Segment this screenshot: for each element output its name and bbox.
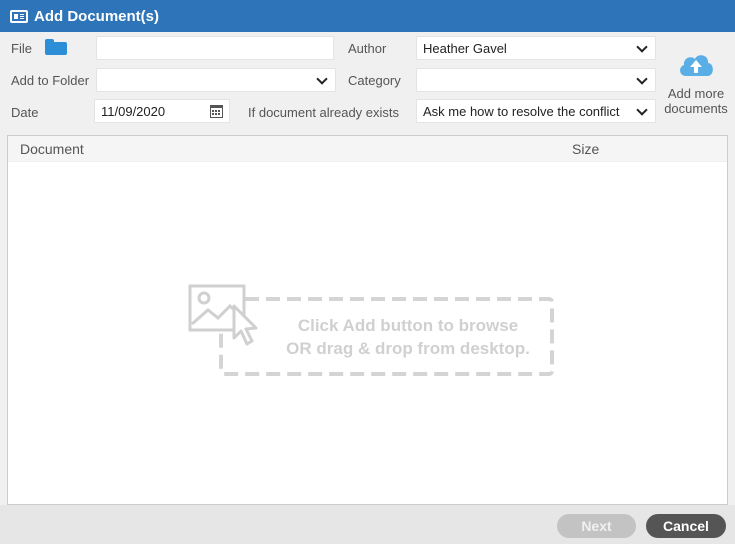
folder-icon[interactable] bbox=[45, 39, 67, 55]
next-button[interactable]: Next bbox=[557, 514, 636, 538]
drop-hint-line1: Click Add button to browse bbox=[297, 316, 519, 335]
exists-label: If document already exists bbox=[248, 105, 400, 120]
add-to-folder-select[interactable] bbox=[96, 68, 336, 92]
file-label: File bbox=[11, 41, 32, 56]
author-label: Author bbox=[348, 41, 387, 56]
document-table[interactable]: Document Size Click Add button to browse… bbox=[7, 135, 728, 505]
file-field[interactable] bbox=[96, 36, 334, 60]
column-document[interactable]: Document bbox=[20, 141, 84, 157]
cancel-button[interactable]: Cancel bbox=[646, 514, 726, 538]
window-title: Add Document(s) bbox=[34, 7, 159, 25]
date-field[interactable]: 11/09/2020 bbox=[94, 99, 230, 123]
chevron-down-icon bbox=[635, 104, 649, 118]
drop-hint-text: Click Add button to browse OR drag & dro… bbox=[268, 314, 548, 360]
dialog-footer: Next Cancel bbox=[0, 505, 735, 544]
category-label: Category bbox=[348, 73, 401, 88]
add-to-folder-label: Add to Folder bbox=[11, 73, 90, 88]
conflict-select[interactable]: Ask me how to resolve the conflict bbox=[416, 99, 656, 123]
drop-zone[interactable]: Click Add button to browse OR drag & dro… bbox=[188, 284, 558, 379]
document-window-icon bbox=[10, 9, 28, 23]
titlebar: Add Document(s) bbox=[0, 0, 735, 32]
column-size[interactable]: Size bbox=[572, 141, 599, 157]
chevron-down-icon bbox=[635, 73, 649, 87]
chevron-down-icon bbox=[315, 73, 329, 87]
add-more-line2: documents bbox=[664, 101, 728, 116]
table-header: Document Size bbox=[8, 136, 727, 162]
add-more-line1: Add more bbox=[667, 86, 725, 101]
cloud-upload-icon bbox=[676, 48, 716, 80]
author-select[interactable]: Heather Gavel bbox=[416, 36, 656, 60]
calendar-icon[interactable] bbox=[210, 104, 223, 118]
category-select[interactable] bbox=[416, 68, 656, 92]
chevron-down-icon bbox=[635, 41, 649, 55]
add-more-documents-button[interactable]: Add more documents bbox=[662, 48, 730, 116]
date-label: Date bbox=[11, 105, 39, 120]
drop-hint-line2: OR drag & drop from desktop. bbox=[286, 339, 530, 358]
